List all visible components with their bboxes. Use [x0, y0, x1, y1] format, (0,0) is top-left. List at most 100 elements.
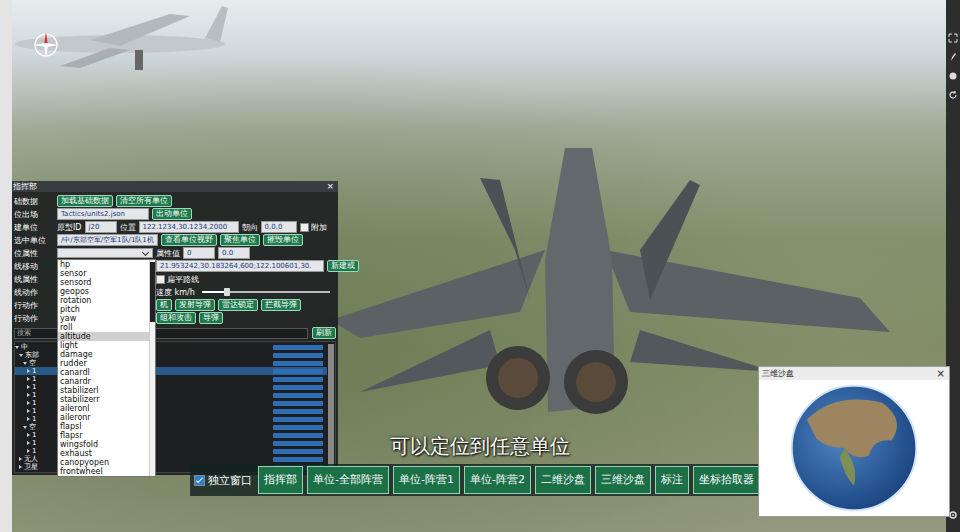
menu-item[interactable]: yaw	[58, 314, 149, 323]
action-button[interactable]: 清空所有单位	[116, 195, 172, 207]
expand-icon[interactable]	[19, 457, 22, 461]
menu-scroll-thumb[interactable]	[150, 262, 155, 322]
text-field[interactable]: 122.1234,30.1234,2000	[139, 221, 239, 233]
close-button[interactable]: ×	[326, 181, 334, 192]
expand-icon[interactable]	[19, 465, 22, 469]
slider-thumb[interactable]	[224, 288, 230, 296]
menu-item[interactable]: altitude	[58, 332, 149, 341]
menu-item[interactable]: geopos	[58, 287, 149, 296]
menu-item[interactable]: canopyopen	[58, 458, 149, 467]
toolbar-button[interactable]: 单位-阵营2	[464, 466, 531, 494]
text-field[interactable]: j20	[85, 221, 117, 233]
menu-item[interactable]: exhaust	[58, 449, 149, 458]
menu-item[interactable]: stabilizerr	[58, 395, 149, 404]
menu-item[interactable]: flapsl	[58, 422, 149, 431]
checkbox-box[interactable]	[156, 275, 165, 284]
expand-icon[interactable]	[27, 441, 30, 445]
expand-icon[interactable]	[27, 409, 30, 413]
tree-scrollbar[interactable]	[328, 344, 334, 470]
expand-icon[interactable]	[27, 377, 30, 381]
menu-item[interactable]: flapsr	[58, 431, 149, 440]
text-field[interactable]: 0.0	[218, 247, 250, 259]
menu-item[interactable]: damage	[58, 350, 149, 359]
menu-item[interactable]: pitch	[58, 305, 149, 314]
expand-icon[interactable]	[23, 426, 27, 429]
action-button[interactable]: 拦截导弹	[261, 299, 301, 311]
tree-bar	[273, 425, 323, 430]
row-label: 位出场	[14, 209, 54, 220]
toolbar-button[interactable]: 单位-阵营1	[393, 466, 460, 494]
tree-indent: 1	[15, 383, 36, 391]
text-field[interactable]: 21.953242,30.183264,600;122.100601,30.	[156, 260, 324, 272]
menu-item[interactable]: light	[58, 341, 149, 350]
toolbar-button[interactable]: 二维沙盘	[535, 466, 591, 494]
menu-item[interactable]: sensor	[58, 269, 149, 278]
tree-label: 中	[21, 343, 28, 351]
action-button[interactable]: 新建或	[327, 260, 359, 272]
menu-item[interactable]: hp	[58, 260, 149, 269]
action-button[interactable]: 查看单位视野	[161, 234, 217, 246]
expand-icon[interactable]	[27, 385, 30, 389]
close-button[interactable]: ×	[937, 368, 945, 379]
expand-icon[interactable]	[27, 401, 30, 405]
reload-icon[interactable]	[948, 90, 958, 100]
menu-item[interactable]: rudder	[58, 359, 149, 368]
menu-item[interactable]: rotation	[58, 296, 149, 305]
action-button[interactable]: 加载基础数据	[57, 195, 113, 207]
expand-icon[interactable]	[23, 362, 27, 365]
expand-icon[interactable]	[19, 354, 23, 357]
action-button[interactable]: 出动单位	[152, 208, 192, 220]
action-button[interactable]: 聚焦单位	[220, 234, 260, 246]
record-icon[interactable]	[948, 71, 958, 81]
minimap-titlebar[interactable]: 三维沙盘×	[759, 367, 949, 380]
checkbox-box[interactable]	[194, 475, 205, 486]
menu-item[interactable]: wingsfold	[58, 440, 149, 449]
tree-indent: 1	[15, 407, 36, 415]
action-button[interactable]: 组和攻击	[156, 312, 196, 324]
independent-window-checkbox[interactable]: 独立窗口	[194, 473, 254, 488]
menu-item[interactable]: canardr	[58, 377, 149, 386]
toolbar-button[interactable]: 三维沙盘	[595, 466, 651, 494]
menu-item[interactable]: stabilizerl	[58, 386, 149, 395]
expand-icon[interactable]	[948, 33, 958, 43]
property-select[interactable]: hpsensorsensordgeoposrotationpitchyawrol…	[57, 248, 153, 258]
text-field[interactable]: 0,0,0	[261, 221, 297, 233]
pen-icon[interactable]	[948, 52, 958, 62]
expand-icon[interactable]	[27, 369, 30, 373]
toolbar-button[interactable]: 标注	[655, 466, 689, 494]
text-field[interactable]: /中/东部空军/空军1队/1队1机	[57, 234, 158, 246]
tree-indent: 1	[15, 367, 36, 375]
expand-icon[interactable]	[27, 417, 30, 421]
toolbar-button[interactable]: 坐标拾取器	[693, 466, 760, 494]
action-button[interactable]: 机	[156, 299, 172, 311]
toolbar-button[interactable]: 指挥部	[258, 466, 303, 494]
action-button[interactable]: 导弹	[199, 312, 223, 324]
command-titlebar[interactable]: 指挥部×	[12, 181, 338, 192]
checkbox[interactable]: 附加	[300, 222, 327, 233]
menu-item[interactable]: frontwheel	[58, 467, 149, 476]
tree-bar-fill	[273, 393, 323, 398]
menu-item[interactable]: roll	[58, 323, 149, 332]
action-button[interactable]: 摧毁单位	[263, 234, 303, 246]
expand-icon[interactable]	[15, 346, 19, 349]
refresh-button[interactable]: 刷新	[312, 327, 336, 339]
text-field[interactable]: 0	[183, 247, 215, 259]
menu-item[interactable]: aileronr	[58, 413, 149, 422]
menu-scrollbar[interactable]	[149, 260, 155, 476]
compass-icon[interactable]	[31, 30, 61, 60]
menu-item[interactable]: canardl	[58, 368, 149, 377]
speed-slider[interactable]	[202, 291, 330, 293]
expand-icon[interactable]	[27, 433, 30, 437]
minimap-view[interactable]	[759, 380, 949, 516]
toolbar-button[interactable]: 单位-全部阵营	[307, 466, 389, 494]
menu-item[interactable]: sensord	[58, 278, 149, 287]
action-button[interactable]: 发射导弹	[175, 299, 215, 311]
action-button[interactable]: 雷达锁定	[218, 299, 258, 311]
menu-item[interactable]: aileronl	[58, 404, 149, 413]
checkbox-box[interactable]	[300, 223, 309, 232]
checkbox[interactable]: 扁平路线	[156, 274, 199, 285]
expand-icon[interactable]	[27, 449, 30, 453]
text-field[interactable]: Tactics/units2.json	[57, 208, 149, 220]
tree-bar-fill	[273, 457, 323, 462]
expand-icon[interactable]	[27, 393, 30, 397]
